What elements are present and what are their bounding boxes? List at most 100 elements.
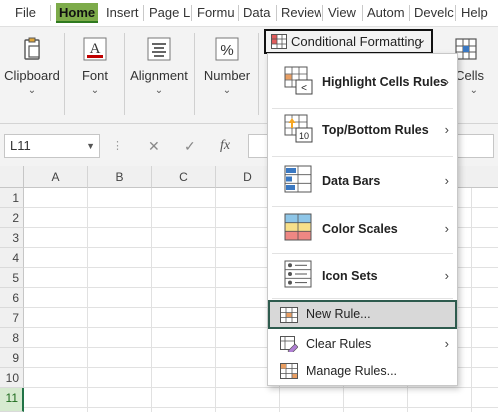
menu-item-label: Data Bars xyxy=(322,174,381,188)
gridline xyxy=(24,387,498,388)
insert-function-icon[interactable]: fx xyxy=(220,134,230,158)
font-icon-glyph: A xyxy=(90,41,101,57)
gridline xyxy=(151,188,152,412)
menu-divider xyxy=(272,156,453,157)
conditional-formatting-icon xyxy=(271,34,287,49)
formula-controls: ⋮ ✕ ✓ fx xyxy=(108,134,268,158)
row-header[interactable]: 3 xyxy=(0,228,24,248)
clear-rules-icon xyxy=(280,336,298,352)
menu-item-new-rule[interactable]: New Rule... xyxy=(268,300,457,329)
number-group[interactable]: % Number ⌄ xyxy=(196,27,258,125)
percent-icon-glyph: % xyxy=(220,42,233,59)
chevron-right-icon: › xyxy=(444,173,449,188)
menu-item-data-bars[interactable]: Data Bars › xyxy=(268,158,457,204)
chevron-down-icon: ⌄ xyxy=(154,85,164,96)
alignment-group[interactable]: Alignment ⌄ xyxy=(126,27,192,125)
color-scales-icon xyxy=(284,213,312,241)
gridline xyxy=(24,407,498,408)
tab-separator xyxy=(191,5,192,21)
menu-item-label: Color Scales xyxy=(322,222,398,236)
row-header[interactable]: 4 xyxy=(0,248,24,268)
menu-item-label: Clear Rules xyxy=(306,337,372,351)
new-rule-icon xyxy=(280,307,298,323)
cancel-icon[interactable]: ✕ xyxy=(148,134,160,158)
tab-separator xyxy=(50,5,51,21)
alignment-label: Alignment xyxy=(130,68,188,83)
icon-sets-icon xyxy=(284,260,312,288)
tab-view[interactable]: View xyxy=(326,3,358,23)
svg-text:<: < xyxy=(301,83,307,94)
menu-item-icon-sets[interactable]: Icon Sets › xyxy=(268,253,457,299)
row-header-active[interactable]: 11 xyxy=(0,388,24,412)
tab-review[interactable]: Review xyxy=(279,3,321,23)
column-header-a[interactable]: A xyxy=(24,166,88,188)
menu-item-label: Top/Bottom Rules xyxy=(322,123,429,137)
menu-item-label: Manage Rules... xyxy=(306,364,398,378)
chevron-down-icon[interactable]: ▼ xyxy=(86,135,95,157)
menu-divider xyxy=(272,298,453,299)
chevron-right-icon: › xyxy=(444,268,449,283)
tab-automate[interactable]: Autom xyxy=(365,3,407,23)
gridline xyxy=(215,188,216,412)
row-header[interactable]: 1 xyxy=(0,188,24,208)
tab-help[interactable]: Help xyxy=(459,3,490,23)
chevron-right-icon: › xyxy=(444,336,449,351)
tab-separator xyxy=(276,5,277,21)
tab-home[interactable]: Home xyxy=(56,3,99,23)
menu-item-top-bottom-rules[interactable]: 10 Top/Bottom Rules › xyxy=(268,107,457,153)
data-bars-icon xyxy=(284,165,312,193)
font-group[interactable]: A Font ⌄ xyxy=(66,27,124,125)
manage-rules-icon xyxy=(280,363,298,379)
clipboard-group[interactable]: Clipboard ⌄ xyxy=(0,27,64,125)
menu-item-highlight-cells-rules[interactable]: < Highlight Cells Rules › xyxy=(268,59,457,105)
font-icon: A xyxy=(83,37,107,61)
row-header[interactable]: 6 xyxy=(0,288,24,308)
menu-item-manage-rules[interactable]: Manage Rules... xyxy=(268,357,457,385)
conditional-formatting-menu: < Highlight Cells Rules › 10 Top/Bottom … xyxy=(267,53,458,386)
tab-data[interactable]: Data xyxy=(241,3,272,23)
gridline xyxy=(87,188,88,412)
tab-separator xyxy=(238,5,239,21)
group-separator xyxy=(124,33,125,115)
column-header-c[interactable]: C xyxy=(152,166,216,188)
chevron-down-icon: ⌄ xyxy=(27,85,37,96)
tab-formulas[interactable]: Formu xyxy=(195,3,236,23)
alignment-icon xyxy=(147,37,171,61)
row-header[interactable]: 9 xyxy=(0,348,24,368)
column-header-b[interactable]: B xyxy=(88,166,152,188)
tab-page-layout[interactable]: Page L xyxy=(147,3,190,23)
more-icon: ⋮ xyxy=(112,140,123,152)
menu-item-label: Highlight Cells Rules xyxy=(322,75,448,89)
row-header[interactable]: 5 xyxy=(0,268,24,288)
menu-item-clear-rules[interactable]: Clear Rules › xyxy=(268,330,457,358)
conditional-formatting-button[interactable]: Conditional Formatting ⌄ xyxy=(264,29,433,54)
chevron-right-icon: › xyxy=(444,122,449,137)
menu-item-label: New Rule... xyxy=(306,307,371,321)
clipboard-label: Clipboard xyxy=(4,68,60,83)
chevron-down-icon: ⌄ xyxy=(222,85,232,96)
chevron-right-icon: › xyxy=(444,74,449,89)
tab-separator xyxy=(143,5,144,21)
row-header[interactable]: 7 xyxy=(0,308,24,328)
row-header[interactable]: 8 xyxy=(0,328,24,348)
tab-separator xyxy=(322,5,323,21)
tab-insert[interactable]: Insert xyxy=(104,3,141,23)
tab-file[interactable]: File xyxy=(13,3,38,23)
menu-item-color-scales[interactable]: Color Scales › xyxy=(268,206,457,252)
tab-developer[interactable]: Develc xyxy=(412,3,454,23)
chevron-right-icon: › xyxy=(444,221,449,236)
enter-icon[interactable]: ✓ xyxy=(184,134,196,158)
top-bottom-rules-icon: 10 xyxy=(284,114,313,143)
row-header[interactable]: 10 xyxy=(0,368,24,388)
highlight-cells-rules-icon: < xyxy=(284,66,313,95)
group-separator xyxy=(64,33,65,115)
font-label: Font xyxy=(81,68,108,83)
name-box-value: L11 xyxy=(10,138,31,153)
select-all-corner[interactable] xyxy=(0,166,24,188)
name-box[interactable]: L11 ▼ xyxy=(4,134,100,158)
conditional-formatting-label: Conditional Formatting xyxy=(291,34,422,49)
row-header[interactable]: 2 xyxy=(0,208,24,228)
tab-separator xyxy=(455,5,456,21)
ribbon-tab-bar: File Home Insert Page L Formu Data Revie… xyxy=(0,0,498,26)
group-separator xyxy=(258,33,259,115)
